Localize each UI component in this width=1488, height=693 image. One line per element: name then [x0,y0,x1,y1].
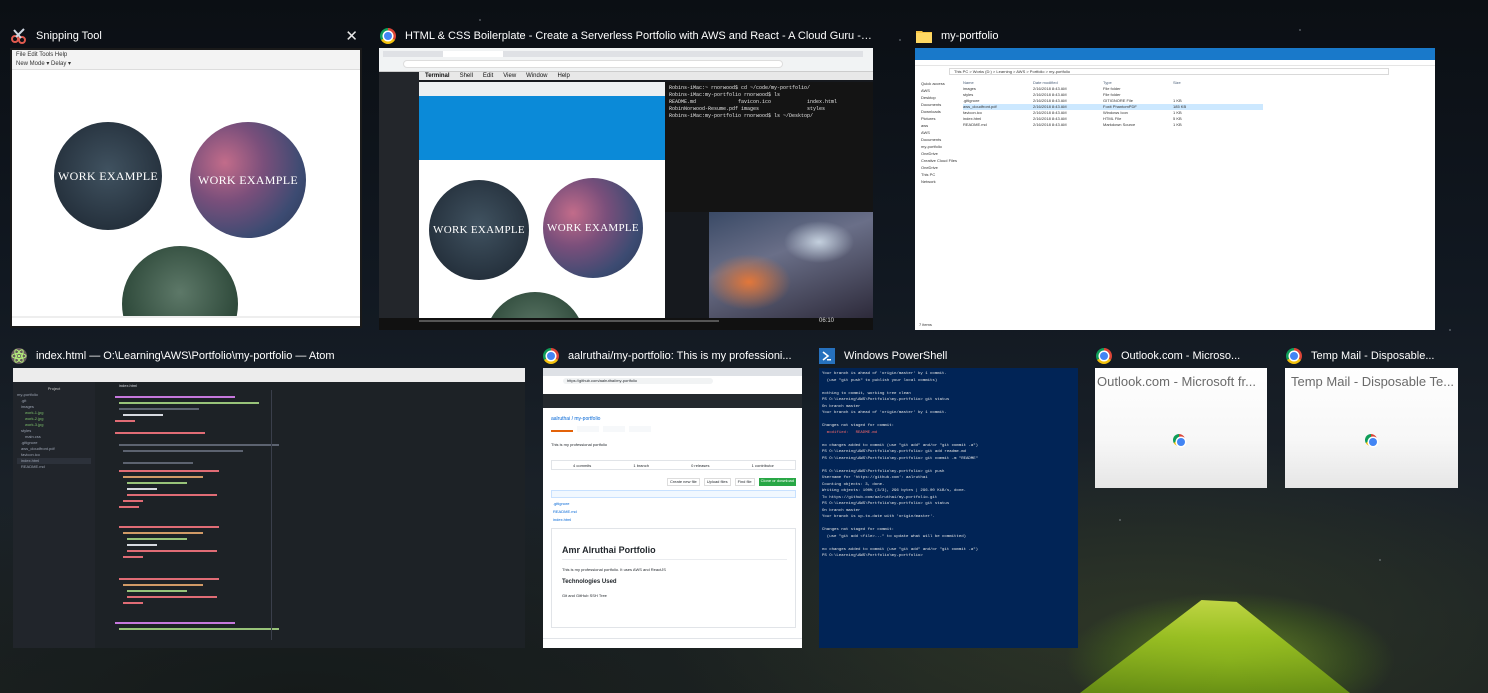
wallpaper-tent [1080,600,1350,693]
upload-button[interactable]: Upload files [703,478,731,486]
window-title: aalruthai/my-portfolio: This is my profe… [568,350,792,362]
code-editor [95,390,525,640]
desktop-mountain-image [709,212,873,318]
close-icon[interactable]: ✕ [345,29,362,44]
snip-toolbar: File Edit Tools Help New Mode ▾ Delay ▾ [12,50,360,70]
file-row: index.html [553,517,572,522]
readme-heading: Technologies Used [562,579,617,585]
nav-pane: Quick access AWS Desktop Documents Download… [921,81,958,184]
window-snipping-tool[interactable]: Snipping Tool ✕ File Edit Tools Help New… [10,26,362,330]
file-row: .gitignore [553,501,570,506]
window-chrome-tempmail[interactable]: Temp Mail - Disposable... Temp Mail - Di… [1285,346,1458,488]
window-header: Temp Mail - Disposable... [1285,346,1458,366]
atom-icon [10,347,28,365]
folder-icon [915,27,933,45]
console-line: PS O:\Learning\AWS\Portfolio\my-portfoli… [822,554,923,558]
readme-title: Amr Alruthai Portfolio [562,545,656,555]
window-header: Windows PowerShell [818,346,1078,366]
file-row: README.md 2/16/2018 8:43 AM Markdown Sourc… [963,122,1182,127]
repo-description: This is my professional portfolio [551,442,608,447]
window-thumbnail[interactable]: Outlook.com - Microsoft fr... [1095,368,1267,488]
menu-item: Edit [482,73,494,79]
window-title: HTML & CSS Boilerplate - Create a Server… [405,30,873,42]
breadcrumb: This PC > Works (D:) > Learning > AWS > … [949,68,1389,75]
window-title: Snipping Tool [36,30,102,42]
window-title: index.html — O:\Learning\AWS\Portfolio\m… [36,350,335,362]
readme-text: This is my professional portfolio. It us… [562,567,666,572]
status-bar: 7 items [919,322,932,327]
menu-item: Shell [459,73,473,79]
stat-contributors[interactable]: 1 contributor [752,463,774,468]
snip-toolbar-buttons: New Mode ▾ Delay ▾ [16,61,72,67]
chrome-icon [1173,434,1185,446]
window-chrome-outlook[interactable]: Outlook.com - Microso... Outlook.com - M… [1095,346,1267,488]
window-thumbnail[interactable]: https://github.com/aalruthai/my-portfoli… [543,368,802,648]
window-file-explorer[interactable]: my-portfolio This PC > Works (D:) > Lear… [915,26,1435,330]
powershell-icon [818,347,836,365]
chrome-icon [1095,347,1113,365]
work-example-circle: WORK EXAMPLE [190,122,306,238]
work-example-circle: WORK EXAMPLE [543,178,643,278]
window-thumbnail[interactable]: This PC > Works (D:) > Learning > AWS > … [915,48,1435,330]
window-header: aalruthai/my-portfolio: This is my profe… [542,346,802,366]
menu-item: Terminal [425,73,450,79]
chrome-icon [542,347,560,365]
window-thumbnail[interactable]: Terminal Shell Edit View Window Help WOR… [379,48,873,330]
repo-title[interactable]: aalruthai / my-portfolio [551,416,600,422]
window-atom[interactable]: index.html — O:\Learning\AWS\Portfolio\m… [10,346,525,648]
thumbnail-title: Outlook.com - Microsoft fr... [1097,374,1256,389]
create-file-button[interactable]: Create new file [667,478,700,486]
work-example-circle: WORK EXAMPLE [54,122,162,230]
window-header: my-portfolio [915,26,1435,46]
scissors-icon [10,27,28,45]
readme-box: Amr Alruthai Portfolio This is my profes… [551,528,796,628]
window-title: my-portfolio [941,30,999,42]
stat-commits[interactable]: 4 commits [573,463,591,468]
window-chrome-acloudguru[interactable]: HTML & CSS Boilerplate - Create a Server… [379,26,873,330]
editor-tab[interactable]: index.html [103,383,153,388]
video-timestamp: 06:10 [819,318,835,324]
file-list[interactable]: .gitignore README.md index.html [553,500,577,524]
window-header: index.html — O:\Learning\AWS\Portfolio\m… [10,346,525,366]
window-header: Snipping Tool ✕ [10,26,362,46]
window-chrome-github[interactable]: aalruthai/my-portfolio: This is my profe… [542,346,802,648]
clone-button[interactable]: Clone or download [758,478,796,486]
terminal-window: Robins-iMac:~ rnorwood$ cd ~/code/my-por… [665,82,873,212]
window-thumbnail[interactable]: Your branch is ahead of 'origin/master' … [819,368,1078,648]
window-title: Windows PowerShell [844,350,948,362]
readme-list: Git and GitHub SSH Tree [562,593,607,598]
menu-item: Window [526,73,548,79]
menu-item: Help [557,73,570,79]
window-thumbnail[interactable]: File Edit Tools Help New Mode ▾ Delay ▾ … [10,48,362,328]
thumbnail-title: Temp Mail - Disposable Te... [1291,374,1455,389]
window-title: Outlook.com - Microso... [1121,350,1241,362]
find-file-button[interactable]: Find file [734,478,755,486]
window-thumbnail[interactable]: Temp Mail - Disposable Te... [1285,368,1458,488]
file-row: README.md [553,509,577,514]
stat-releases[interactable]: 0 releases [691,463,709,468]
window-powershell[interactable]: Windows PowerShell Your branch is ahead … [818,346,1078,648]
chrome-icon [1365,434,1377,446]
work-example-circle: WORK EXAMPLE [429,180,529,280]
chrome-icon [1285,347,1303,365]
snip-menu: File Edit Tools Help [16,52,68,58]
window-title: Temp Mail - Disposable... [1311,350,1435,362]
window-header: HTML & CSS Boilerplate - Create a Server… [379,26,873,46]
tree-item: README.md [21,464,45,469]
window-header: Outlook.com - Microso... [1095,346,1267,366]
window-thumbnail[interactable]: Project my-portfolio .git images work-1.… [13,368,525,648]
file-list[interactable]: Name Date modified Type Size images 2/16/201… [963,80,1263,128]
stat-branches[interactable]: 1 branch [633,463,649,468]
chrome-icon [379,27,397,45]
menu-item: View [503,73,517,79]
address-bar[interactable]: https://github.com/aalruthai/my-portfoli… [563,378,713,384]
